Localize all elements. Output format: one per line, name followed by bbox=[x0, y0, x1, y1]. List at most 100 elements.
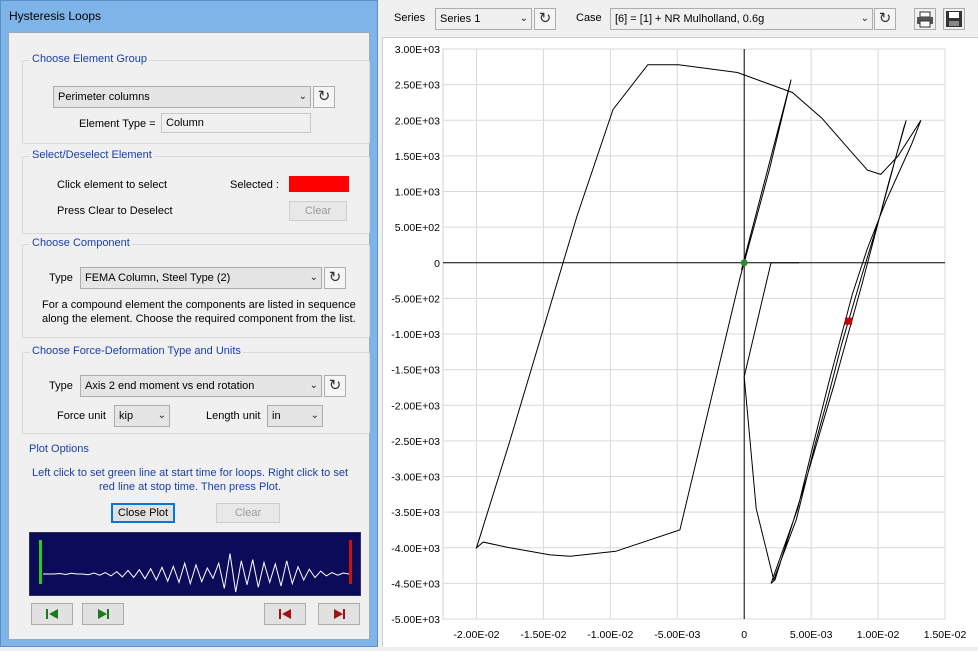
stop-first-button[interactable] bbox=[264, 603, 306, 625]
y-tick-label: -5.00E+02 bbox=[391, 293, 440, 305]
x-tick-label: -5.00E-03 bbox=[654, 629, 700, 641]
hysteresis-dialog: Hysteresis Loops Choose Element Group Pe… bbox=[0, 0, 378, 647]
close-plot-button[interactable]: Close Plot bbox=[111, 503, 175, 523]
y-tick-label: 1.00E+03 bbox=[395, 187, 440, 199]
y-tick-label: -3.00E+03 bbox=[391, 472, 440, 484]
y-tick-label: -4.50E+03 bbox=[391, 578, 440, 590]
force-deformation-refresh-button[interactable]: ↻ bbox=[324, 375, 346, 397]
stop-last-button[interactable] bbox=[318, 603, 360, 625]
chevron-down-icon: ⌄ bbox=[519, 13, 528, 24]
y-tick-label: -4.00E+03 bbox=[391, 543, 440, 555]
component-type-select[interactable]: FEMA Column, Steel Type (2) ⌄ bbox=[80, 267, 322, 289]
x-tick-label: 1.50E-02 bbox=[924, 629, 967, 641]
save-button[interactable] bbox=[943, 8, 965, 30]
x-tick-label: 1.00E-02 bbox=[857, 629, 900, 641]
click-to-select-text: Click element to select bbox=[57, 179, 168, 191]
time-history-strip[interactable] bbox=[29, 532, 361, 596]
component-refresh-button[interactable]: ↻ bbox=[324, 267, 346, 289]
force-deformation-type-value: Axis 2 end moment vs end rotation bbox=[85, 380, 255, 392]
refresh-icon: ↻ bbox=[328, 269, 342, 286]
printer-icon bbox=[917, 11, 933, 28]
element-group-legend: Choose Element Group bbox=[30, 53, 149, 65]
element-type-label: Element Type = bbox=[79, 118, 156, 130]
y-tick-label: 1.50E+03 bbox=[395, 151, 440, 163]
chevron-down-icon: ⌄ bbox=[309, 380, 318, 391]
hysteresis-chart[interactable]: -2.00E-02 -1.50E-02 -1.00E-02 -5.00E-03 0 5.0… bbox=[383, 38, 978, 648]
x-tick-label: -1.50E-02 bbox=[520, 629, 566, 641]
dialog-title: Hysteresis Loops bbox=[1, 1, 377, 31]
force-unit-select[interactable]: kip ⌄ bbox=[114, 405, 170, 427]
y-tick-label: -1.00E+03 bbox=[391, 329, 440, 341]
length-unit-select[interactable]: in ⌄ bbox=[267, 405, 323, 427]
force-unit-value: kip bbox=[119, 410, 134, 422]
component-type-label: Type bbox=[49, 272, 73, 284]
x-tick-label: 5.00E-03 bbox=[790, 629, 833, 641]
x-tick-label: -1.00E-02 bbox=[587, 629, 633, 641]
timeline-stop-line bbox=[349, 540, 352, 584]
component-legend: Choose Component bbox=[30, 237, 132, 249]
selected-color-swatch bbox=[289, 176, 349, 192]
stop-marker bbox=[845, 317, 853, 325]
component-section: Choose Component Type FEMA Column, Steel… bbox=[22, 237, 370, 338]
case-select[interactable]: [6] = [1] + NR Mulholland, 0.6g ⌄ bbox=[610, 8, 873, 30]
refresh-icon: ↻ bbox=[317, 88, 331, 105]
refresh-icon: ↻ bbox=[328, 377, 342, 394]
plot-area[interactable]: -2.00E-02 -1.50E-02 -1.00E-02 -5.00E-03 0 5.0… bbox=[382, 37, 978, 647]
element-group-refresh-button[interactable]: ↻ bbox=[313, 86, 335, 108]
y-tick-label: -2.50E+03 bbox=[391, 436, 440, 448]
force-unit-label: Force unit bbox=[57, 410, 106, 422]
chevron-down-icon: ⌄ bbox=[309, 272, 318, 283]
y-tick-label: -5.00E+03 bbox=[391, 614, 440, 626]
select-element-legend: Select/Deselect Element bbox=[30, 149, 154, 161]
component-type-value: FEMA Column, Steel Type (2) bbox=[85, 272, 231, 284]
element-group-value: Perimeter columns bbox=[58, 91, 150, 103]
length-unit-value: in bbox=[272, 410, 281, 422]
series-value: Series 1 bbox=[440, 13, 481, 25]
x-tick-label: 0 bbox=[741, 629, 747, 641]
x-tick-label: -2.00E-02 bbox=[453, 629, 499, 641]
plot-options-legend: Plot Options bbox=[29, 443, 89, 455]
case-refresh-button[interactable]: ↻ bbox=[874, 8, 896, 30]
y-tick-label: -3.50E+03 bbox=[391, 507, 440, 519]
chevron-down-icon: ⌄ bbox=[157, 410, 166, 421]
timeline-start-line bbox=[39, 540, 42, 584]
case-value: [6] = [1] + NR Mulholland, 0.6g bbox=[615, 13, 765, 25]
series-refresh-button[interactable]: ↻ bbox=[534, 8, 556, 30]
skip-to-start-icon bbox=[46, 609, 58, 619]
y-tick-label: 2.00E+03 bbox=[395, 115, 440, 127]
skip-to-end-icon bbox=[334, 609, 345, 619]
force-deformation-legend: Choose Force-Deformation Type and Units bbox=[30, 345, 243, 357]
plot-options-help-line-2: red line at stop time. Then press Plot. bbox=[99, 481, 281, 493]
print-button[interactable] bbox=[914, 8, 936, 30]
force-deformation-section: Choose Force-Deformation Type and Units … bbox=[22, 345, 370, 434]
series-select[interactable]: Series 1 ⌄ bbox=[435, 8, 532, 30]
chevron-down-icon: ⌄ bbox=[860, 13, 869, 24]
refresh-icon: ↻ bbox=[878, 10, 892, 27]
refresh-icon: ↻ bbox=[538, 10, 552, 27]
element-type-field: Column bbox=[161, 113, 311, 133]
skip-to-start-icon bbox=[279, 609, 291, 619]
y-tick-label: -2.00E+03 bbox=[391, 400, 440, 412]
skip-to-end-icon bbox=[98, 609, 109, 619]
case-label: Case bbox=[576, 12, 602, 24]
plot-options-help-line-1: Left click to set green line at start ti… bbox=[31, 467, 349, 479]
length-unit-label: Length unit bbox=[206, 410, 261, 422]
y-tick-label: -1.50E+03 bbox=[391, 365, 440, 377]
series-label: Series bbox=[394, 12, 426, 24]
component-help-line-2: along the element. Choose the required c… bbox=[42, 313, 356, 325]
clear-to-deselect-text: Press Clear to Deselect bbox=[57, 205, 173, 217]
element-group-section: Choose Element Group Perimeter columns ⌄… bbox=[22, 53, 370, 144]
start-first-button[interactable] bbox=[31, 603, 73, 625]
plot-clear-button[interactable]: Clear bbox=[216, 503, 280, 523]
select-element-section: Select/Deselect Element Click element to… bbox=[22, 149, 370, 234]
force-deformation-type-select[interactable]: Axis 2 end moment vs end rotation ⌄ bbox=[80, 375, 322, 397]
y-tick-label: 3.00E+03 bbox=[395, 44, 440, 56]
element-group-select[interactable]: Perimeter columns ⌄ bbox=[53, 86, 311, 108]
dialog-body: Choose Element Group Perimeter columns ⌄… bbox=[8, 32, 370, 640]
y-tick-label: 0 bbox=[434, 258, 440, 270]
y-tick-label: 2.50E+03 bbox=[395, 80, 440, 92]
chevron-down-icon: ⌄ bbox=[310, 410, 319, 421]
chevron-down-icon: ⌄ bbox=[298, 91, 307, 102]
start-last-button[interactable] bbox=[82, 603, 124, 625]
clear-selection-button[interactable]: Clear bbox=[289, 201, 347, 221]
